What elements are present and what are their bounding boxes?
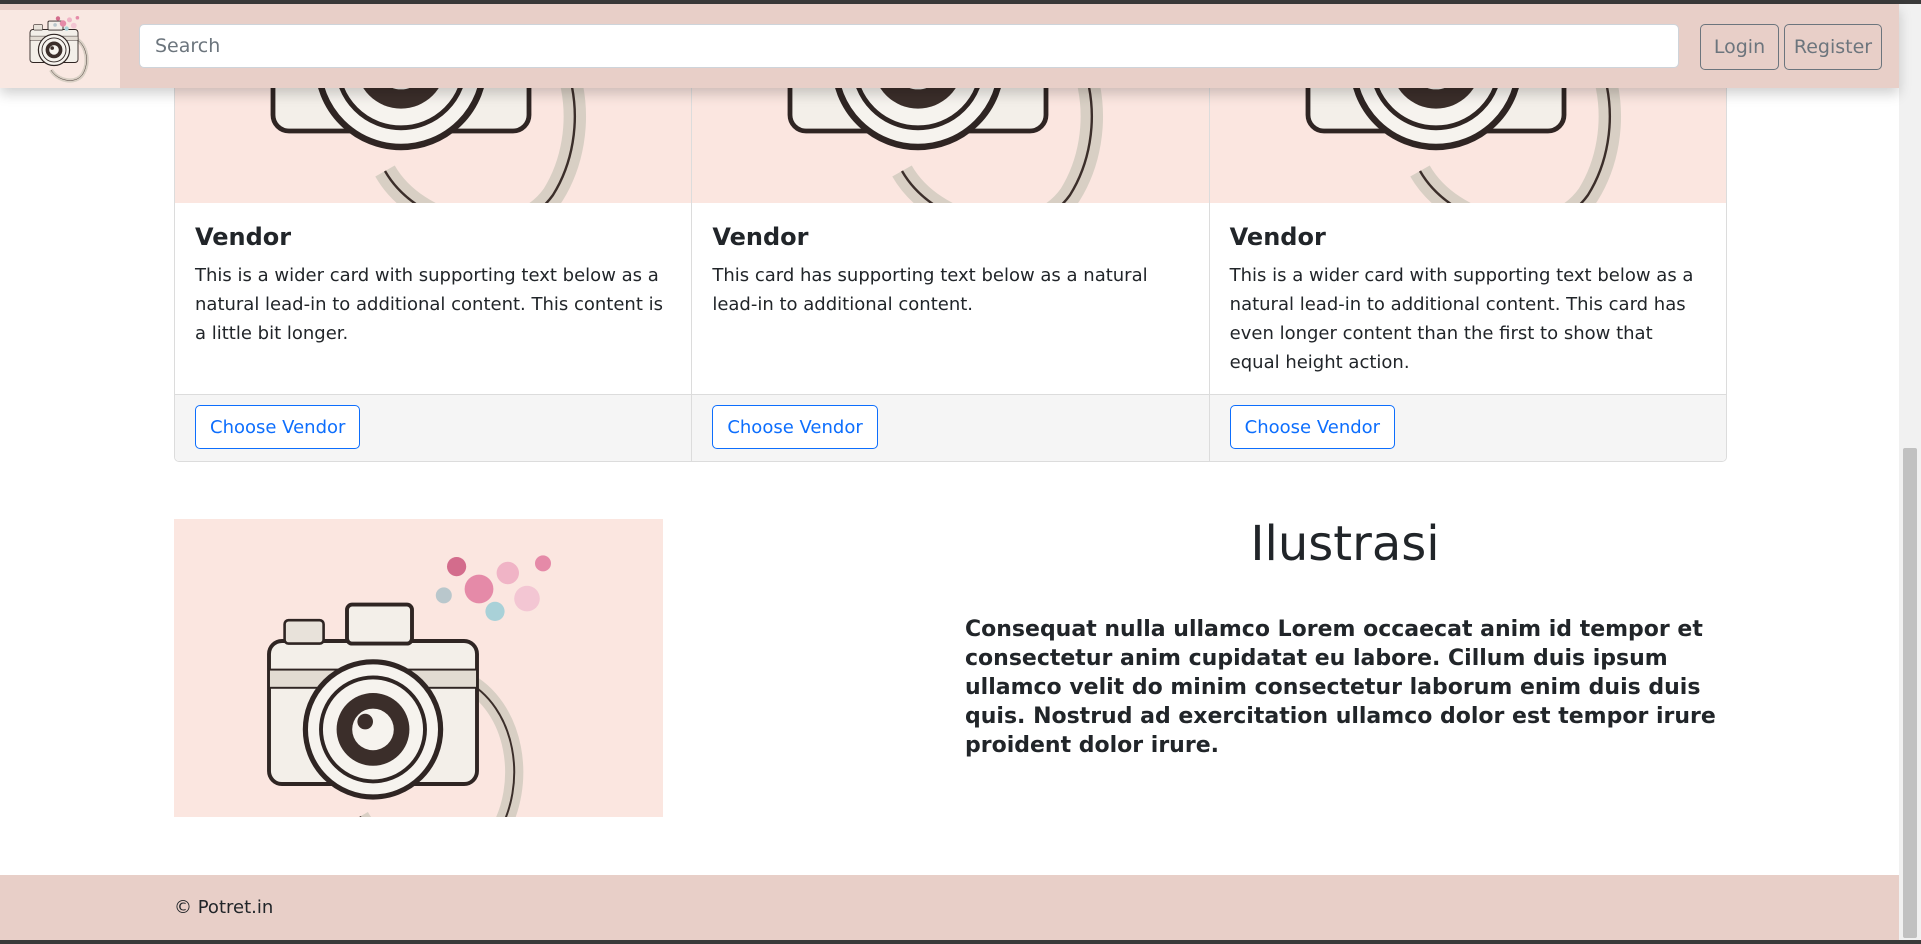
card-body: Vendor This card has supporting text bel… — [712, 223, 1188, 319]
vendor-card: Vendor This is a wider card with support… — [175, 61, 693, 461]
scrollbar-thumb[interactable] — [1903, 448, 1917, 938]
page-footer: © Potret.in — [0, 875, 1899, 940]
illustration-text: Consequat nulla ullamco Lorem occaecat a… — [965, 617, 1716, 758]
card-text: This is a wider card with supporting tex… — [195, 265, 663, 344]
card-text: This card has supporting text below as a… — [712, 265, 1148, 315]
navbar: Login Register — [0, 4, 1899, 88]
card-title: Vendor — [195, 223, 292, 251]
brand-logo[interactable] — [0, 10, 120, 88]
camera-icon — [12, 15, 108, 85]
register-button[interactable]: Register — [1784, 24, 1882, 70]
card-body: Vendor This is a wider card with support… — [195, 223, 671, 348]
vendor-card: Vendor This is a wider card with support… — [1209, 61, 1726, 461]
choose-vendor-button[interactable]: Choose Vendor — [1229, 405, 1396, 449]
card-title: Vendor — [1229, 223, 1326, 251]
card-footer: Choose Vendor — [1209, 394, 1726, 461]
card-text: This is a wider card with supporting tex… — [1229, 265, 1694, 373]
illustration-image — [174, 519, 663, 817]
illustration-title: Ilustrasi — [1250, 516, 1440, 572]
camera-illustration — [174, 555, 551, 817]
card-title: Vendor — [712, 223, 809, 251]
card-footer: Choose Vendor — [692, 394, 1209, 461]
copyright-text: © Potret.in — [174, 897, 274, 918]
vendor-card-group: Vendor This is a wider card with support… — [174, 60, 1727, 462]
login-button[interactable]: Login — [1700, 24, 1779, 70]
search-input[interactable] — [139, 24, 1679, 68]
window-bottom-border — [0, 940, 1921, 944]
card-body: Vendor This is a wider card with support… — [1230, 223, 1706, 377]
card-footer: Choose Vendor — [175, 394, 692, 461]
choose-vendor-button[interactable]: Choose Vendor — [712, 405, 878, 449]
vendor-card: Vendor This card has supporting text bel… — [692, 61, 1210, 461]
choose-vendor-button[interactable]: Choose Vendor — [195, 405, 361, 449]
